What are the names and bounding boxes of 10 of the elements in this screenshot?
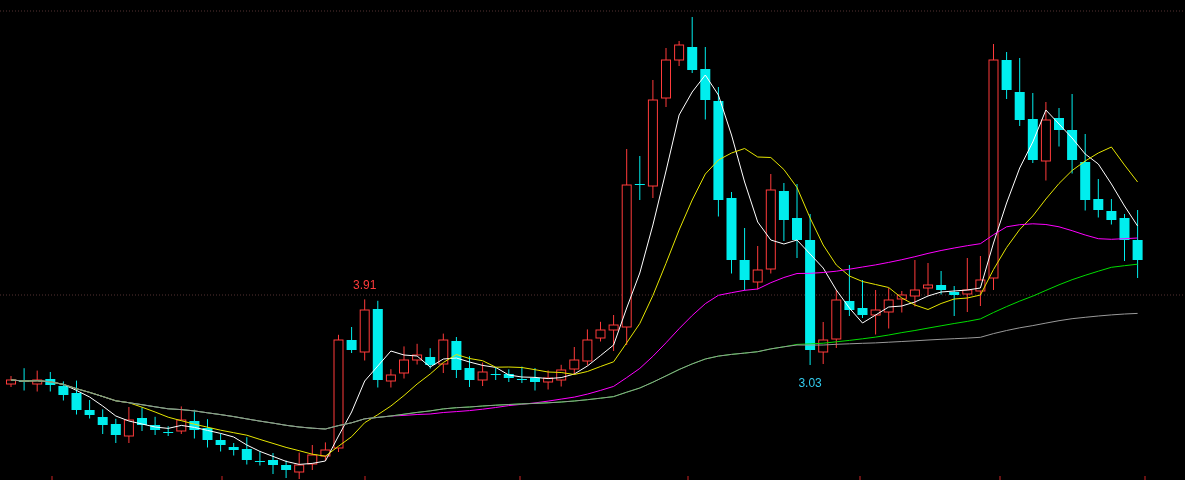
tick-mark	[1144, 475, 1146, 480]
price-label: 3.91	[353, 278, 377, 293]
tick-mark	[221, 475, 223, 480]
tick-mark	[687, 475, 689, 480]
tick-mark	[519, 475, 521, 480]
price-label: 3.03	[798, 376, 822, 390]
tick-mark	[999, 475, 1001, 480]
tick-mark	[51, 475, 53, 480]
tick-mark	[859, 475, 861, 480]
tick-mark	[364, 475, 366, 480]
